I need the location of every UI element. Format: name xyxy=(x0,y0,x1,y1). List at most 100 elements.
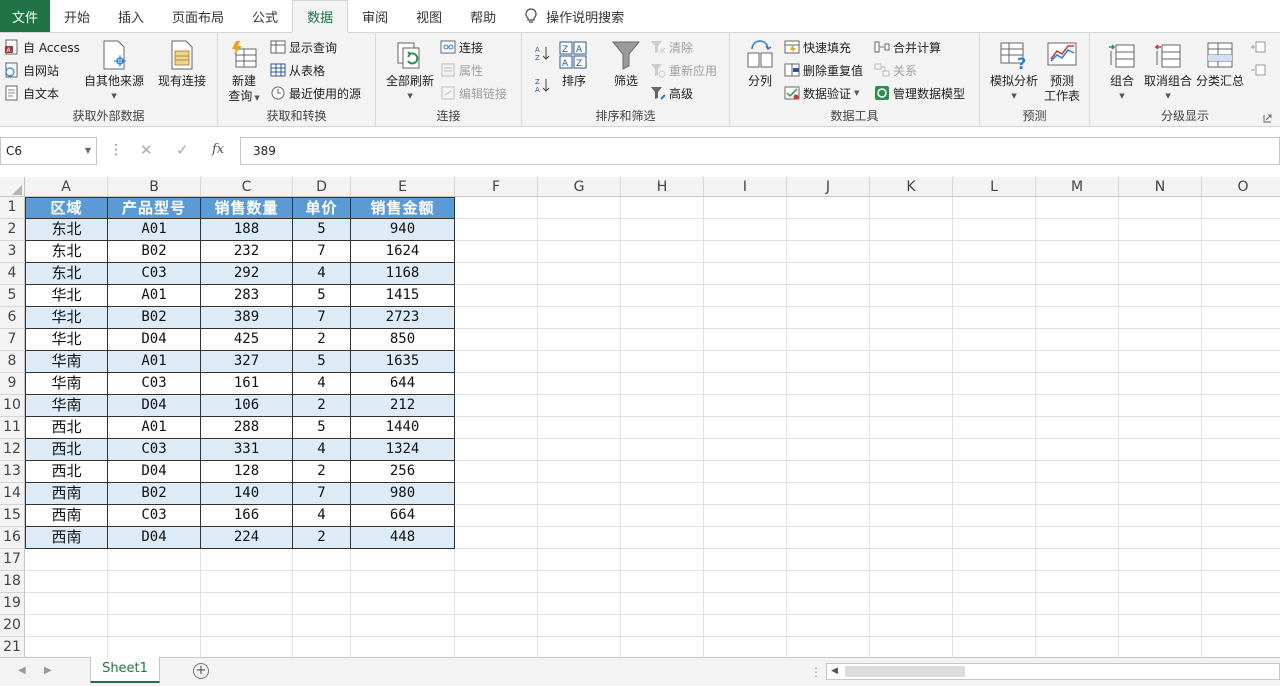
ungroup-button[interactable]: 取消组合 ▼ xyxy=(1144,39,1192,104)
table-cell[interactable]: 4 xyxy=(293,505,351,527)
refresh-all-button[interactable]: 全部刷新 ▼ xyxy=(386,39,434,104)
table-cell[interactable]: 327 xyxy=(201,351,293,373)
sort-button[interactable]: ZAAZ 排序 xyxy=(558,39,590,89)
table-cell[interactable]: 1635 xyxy=(351,351,455,373)
column-header[interactable]: L xyxy=(953,177,1036,197)
row-header[interactable]: 21 xyxy=(0,637,25,657)
table-cell[interactable]: 西北 xyxy=(25,439,108,461)
sort-descending-button[interactable]: ZA xyxy=(534,75,550,95)
group-rows-button[interactable]: 组合 ▼ xyxy=(1106,39,1138,104)
row-header[interactable]: 10 xyxy=(0,395,25,417)
table-cell[interactable]: 644 xyxy=(351,373,455,395)
table-cell[interactable]: 448 xyxy=(351,527,455,549)
flash-fill-button[interactable]: 快速填充 xyxy=(784,37,851,57)
table-cell[interactable]: 7 xyxy=(293,241,351,263)
table-cell[interactable]: 106 xyxy=(201,395,293,417)
tab-help[interactable]: 帮助 xyxy=(456,0,510,32)
scroll-right-icon[interactable]: ▶ xyxy=(44,665,52,676)
scroll-left-icon[interactable]: ◀ xyxy=(18,665,26,676)
cancel-icon[interactable]: ✕ xyxy=(140,141,153,159)
column-header[interactable]: C xyxy=(201,177,293,197)
row-header[interactable]: 2 xyxy=(0,219,25,241)
table-cell[interactable]: 东北 xyxy=(25,219,108,241)
existing-connections-button[interactable]: 现有连接 xyxy=(158,39,206,89)
row-header[interactable]: 1 xyxy=(0,197,25,219)
table-cell[interactable]: C03 xyxy=(108,439,201,461)
tab-insert[interactable]: 插入 xyxy=(104,0,158,32)
table-cell[interactable]: D04 xyxy=(108,527,201,549)
filter-button[interactable]: 筛选 xyxy=(610,39,642,89)
show-queries-button[interactable]: 显示查询 xyxy=(270,37,337,57)
table-cell[interactable]: B02 xyxy=(108,483,201,505)
table-cell[interactable]: 331 xyxy=(201,439,293,461)
connections-button[interactable]: 连接 xyxy=(440,37,483,57)
table-cell[interactable]: 7 xyxy=(293,307,351,329)
table-header-cell[interactable]: 单价 xyxy=(293,197,351,219)
column-header[interactable]: B xyxy=(108,177,201,197)
table-cell[interactable]: A01 xyxy=(108,351,201,373)
table-cell[interactable]: 1440 xyxy=(351,417,455,439)
table-cell[interactable]: 2 xyxy=(293,461,351,483)
subtotal-button[interactable]: 分类汇总 xyxy=(1196,39,1244,89)
table-header-cell[interactable]: 销售数量 xyxy=(201,197,293,219)
column-header[interactable]: A xyxy=(25,177,108,197)
table-cell[interactable]: 224 xyxy=(201,527,293,549)
from-table-button[interactable]: 从表格 xyxy=(270,60,325,80)
table-cell[interactable]: A01 xyxy=(108,285,201,307)
scroll-left-arrow-icon[interactable]: ◀ xyxy=(831,666,838,676)
table-cell[interactable]: 256 xyxy=(351,461,455,483)
table-cell[interactable]: 389 xyxy=(201,307,293,329)
table-cell[interactable]: 188 xyxy=(201,219,293,241)
row-header[interactable]: 3 xyxy=(0,241,25,263)
add-sheet-icon[interactable]: + xyxy=(193,663,209,679)
from-other-sources-button[interactable]: 自其他来源 ▼ xyxy=(84,39,144,104)
table-cell[interactable]: B02 xyxy=(108,307,201,329)
column-header[interactable]: H xyxy=(621,177,704,197)
row-header[interactable]: 18 xyxy=(0,571,25,593)
table-cell[interactable]: C03 xyxy=(108,263,201,285)
table-cell[interactable]: 西南 xyxy=(25,505,108,527)
from-access-button[interactable]: A 自 Access xyxy=(4,37,80,57)
table-cell[interactable]: 232 xyxy=(201,241,293,263)
table-cell[interactable]: C03 xyxy=(108,505,201,527)
dialog-launcher-icon[interactable] xyxy=(1263,114,1272,123)
column-header[interactable]: E xyxy=(351,177,455,197)
name-box[interactable]: C6 ▼ xyxy=(0,137,97,165)
table-cell[interactable]: 1624 xyxy=(351,241,455,263)
consolidate-button[interactable]: 合并计算 xyxy=(874,37,941,57)
table-cell[interactable]: 西南 xyxy=(25,527,108,549)
table-cell[interactable]: 283 xyxy=(201,285,293,307)
properties-button[interactable]: 属性 xyxy=(440,60,483,80)
row-header[interactable]: 7 xyxy=(0,329,25,351)
sheet-tab[interactable]: Sheet1 xyxy=(90,657,160,683)
show-detail-icon[interactable] xyxy=(1250,39,1266,55)
table-cell[interactable]: 288 xyxy=(201,417,293,439)
row-header[interactable]: 14 xyxy=(0,483,25,505)
new-query-button[interactable]: 新建 查询 ▼ xyxy=(228,39,260,106)
remove-duplicates-button[interactable]: 删除重复值 xyxy=(784,60,863,80)
table-cell[interactable]: 664 xyxy=(351,505,455,527)
from-web-button[interactable]: 自网站 xyxy=(4,60,59,80)
column-header[interactable]: F xyxy=(455,177,538,197)
column-header[interactable]: D xyxy=(293,177,351,197)
row-header[interactable]: 9 xyxy=(0,373,25,395)
hide-detail-icon[interactable] xyxy=(1250,62,1266,78)
table-cell[interactable]: 5 xyxy=(293,417,351,439)
row-header[interactable]: 13 xyxy=(0,461,25,483)
recent-sources-button[interactable]: 最近使用的源 xyxy=(270,83,361,103)
table-cell[interactable]: 西北 xyxy=(25,417,108,439)
column-header[interactable]: G xyxy=(538,177,621,197)
table-cell[interactable]: 华北 xyxy=(25,285,108,307)
horizontal-scrollbar[interactable]: ◀ xyxy=(826,663,1280,680)
row-header[interactable]: 4 xyxy=(0,263,25,285)
table-cell[interactable]: 4 xyxy=(293,439,351,461)
chevron-down-icon[interactable]: ▼ xyxy=(85,146,91,155)
table-header-cell[interactable]: 销售金额 xyxy=(351,197,455,219)
tab-review[interactable]: 审阅 xyxy=(348,0,402,32)
table-cell[interactable]: 东北 xyxy=(25,263,108,285)
table-cell[interactable]: A01 xyxy=(108,219,201,241)
table-cell[interactable]: A01 xyxy=(108,417,201,439)
tab-split-handle[interactable]: ⋮ xyxy=(810,665,822,679)
table-cell[interactable]: 850 xyxy=(351,329,455,351)
table-cell[interactable]: D04 xyxy=(108,329,201,351)
